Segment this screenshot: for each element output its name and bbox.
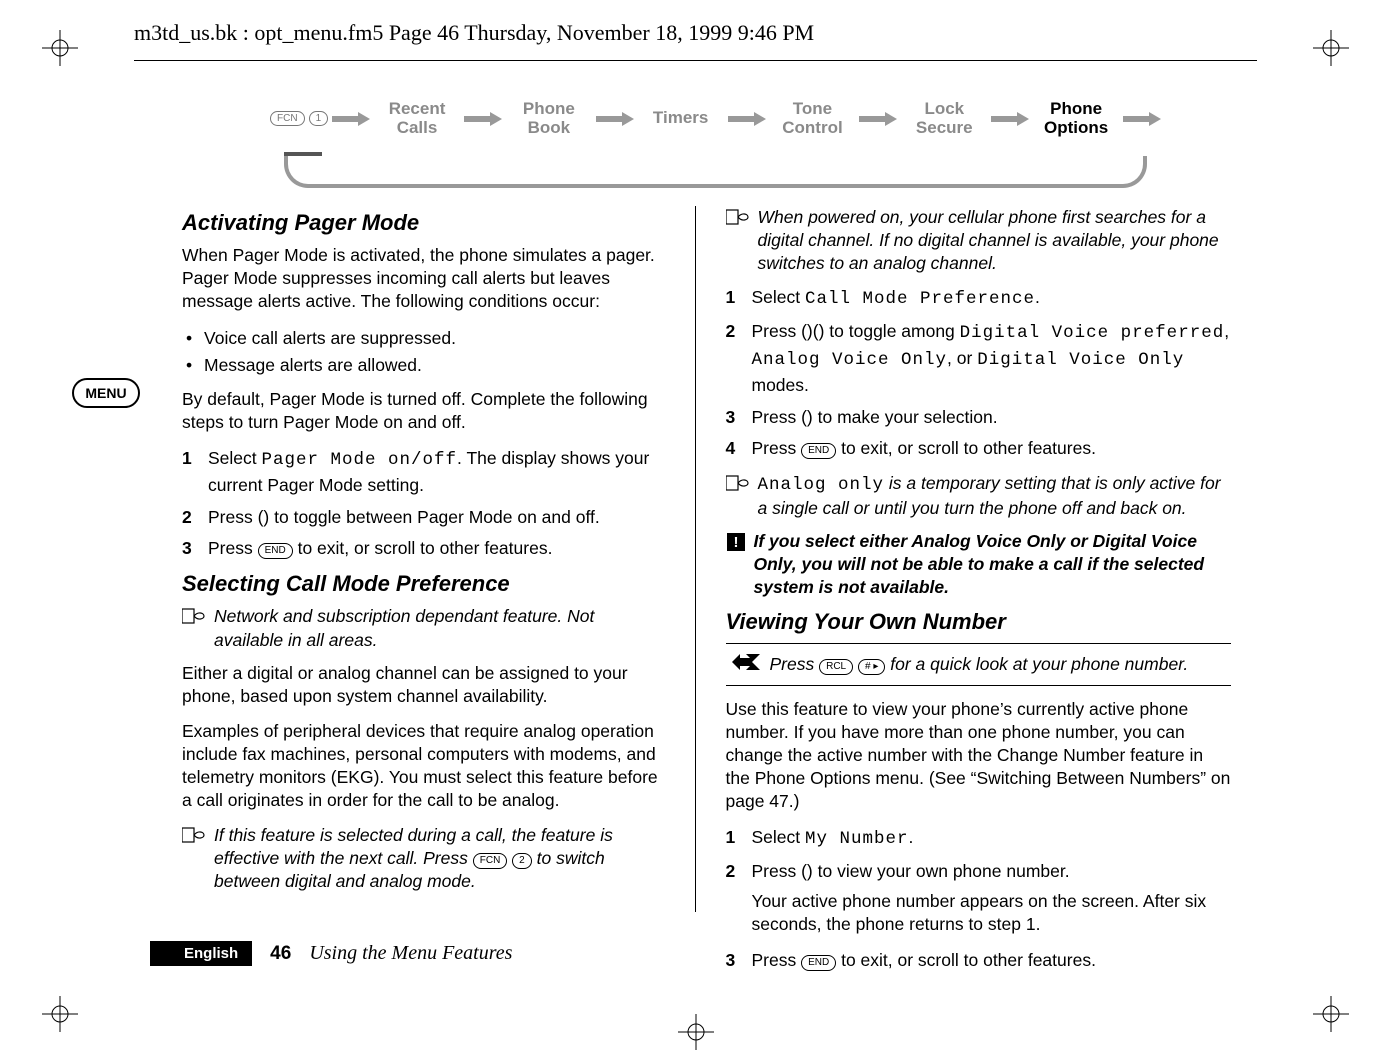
shortcut-box: Press RCL # ▸ for a quick look at your p…	[726, 643, 1232, 686]
side-key-icon: ()	[801, 859, 813, 884]
crumb-phone-options: PhoneOptions	[1029, 100, 1123, 137]
registration-mark-icon	[42, 996, 78, 1032]
step-item: 2 Press () to view your own phone number…	[726, 859, 1232, 937]
note-hand-icon	[726, 206, 750, 275]
note-text: When powered on, your cellular phone fir…	[758, 206, 1232, 275]
arrow-right-icon	[464, 112, 502, 126]
arrow-right-icon	[728, 112, 766, 126]
arrow-right-icon	[991, 112, 1029, 126]
rcl-key-icon: RCL	[819, 659, 853, 675]
right-column: When powered on, your cellular phone fir…	[696, 206, 1242, 912]
language-badge: English	[150, 941, 252, 966]
list-item: Voice call alerts are suppressed.	[182, 325, 665, 351]
step-item: 1 Select My Number.	[726, 825, 1232, 852]
arrow-right-icon	[859, 112, 897, 126]
pound-key-icon: # ▸	[858, 659, 885, 675]
step-item: 1 Select Pager Mode on/off. The display …	[182, 446, 665, 499]
crumb-recent-calls: RecentCalls	[370, 100, 464, 137]
registration-mark-icon	[42, 30, 78, 66]
registration-mark-icon	[678, 1014, 714, 1050]
step-item: 3 Press END to exit, or scroll to other …	[726, 948, 1232, 973]
lcd-text: Digital Voice preferred	[960, 323, 1225, 343]
page-number: 46	[270, 943, 291, 965]
crumb-timers: Timers	[634, 109, 728, 128]
paragraph: By default, Pager Mode is turned off. Co…	[182, 388, 665, 434]
header-rule	[134, 60, 1257, 61]
arrow-right-icon	[1123, 112, 1161, 126]
side-key-icon: ()	[258, 505, 270, 530]
shortcut-text: Press	[770, 654, 820, 674]
lcd-text: Pager Mode on/off	[262, 450, 458, 470]
breadcrumb-keys: FCN 1	[270, 111, 328, 126]
menu-tab: MENU	[72, 378, 140, 408]
heading-activating-pager-mode: Activating Pager Mode	[182, 210, 665, 236]
list-item: Message alerts are allowed.	[182, 352, 665, 378]
step-item: 3 Press END to exit, or scroll to other …	[182, 536, 665, 561]
end-key-icon: END	[801, 443, 836, 459]
left-column: Activating Pager Mode When Pager Mode is…	[150, 206, 696, 912]
arrow-right-icon	[332, 112, 370, 126]
lcd-text: Analog Voice Only	[752, 350, 948, 370]
heading-call-mode-preference: Selecting Call Mode Preference	[182, 571, 665, 597]
breadcrumb: FCN 1 RecentCalls PhoneBook Timers ToneC…	[270, 96, 1161, 192]
svg-text:!: !	[733, 534, 738, 551]
two-key-icon: 2	[512, 853, 532, 869]
end-key-icon: END	[258, 543, 293, 559]
step-subtext: Your active phone number appears on the …	[752, 890, 1232, 936]
shortcut-text: for a quick look at your phone number.	[890, 654, 1188, 674]
step-item: 3 Press () to make your selection.	[726, 405, 1232, 430]
fcn-key-icon: FCN	[473, 853, 508, 869]
note-hand-icon	[182, 605, 206, 651]
side-key-up-down-icon: ()()	[801, 319, 824, 344]
warning-text: If you select either Analog Voice Only o…	[754, 530, 1232, 599]
crumb-tone-control: ToneControl	[766, 100, 860, 137]
note-hand-icon	[182, 824, 206, 893]
step-item: 1 Select Call Mode Preference.	[726, 285, 1232, 312]
lcd-text: Digital Voice Only	[977, 350, 1184, 370]
one-key-icon: 1	[309, 111, 329, 126]
end-key-icon: END	[801, 955, 836, 971]
footer: English 46 Using the Menu Features	[150, 941, 512, 966]
crumb-phone-book: PhoneBook	[502, 100, 596, 137]
note-hand-icon	[726, 472, 750, 520]
paragraph: Examples of peripheral devices that requ…	[182, 720, 665, 812]
paragraph: When Pager Mode is activated, the phone …	[182, 244, 665, 313]
step-item: 2 Press () to toggle between Pager Mode …	[182, 505, 665, 530]
lcd-text: My Number	[805, 829, 909, 849]
note-text: Network and subscription dependant featu…	[214, 605, 665, 651]
registration-mark-icon	[1313, 996, 1349, 1032]
crumb-lock-secure: LockSecure	[897, 100, 991, 137]
step-item: 4 Press END to exit, or scroll to other …	[726, 436, 1232, 461]
fcn-key-icon: FCN	[270, 111, 305, 126]
paragraph: Use this feature to view your phone’s cu…	[726, 698, 1232, 813]
side-key-icon: ()	[801, 405, 813, 430]
registration-mark-icon	[1313, 30, 1349, 66]
lcd-text: Call Mode Preference	[805, 289, 1035, 309]
step-item: 2 Press ()() to toggle among Digital Voi…	[726, 319, 1232, 399]
arrow-right-icon	[596, 112, 634, 126]
framemaker-header: m3td_us.bk : opt_menu.fm5 Page 46 Thursd…	[134, 20, 1257, 46]
warning-icon: !	[726, 530, 746, 599]
note-text: Analog only is a temporary setting that …	[758, 472, 1232, 520]
note-text: If this feature is selected during a cal…	[214, 824, 665, 893]
page-title: Using the Menu Features	[309, 942, 512, 965]
heading-viewing-your-own-number: Viewing Your Own Number	[726, 609, 1232, 635]
lcd-text: Analog only	[758, 475, 885, 495]
paragraph: Either a digital or analog channel can b…	[182, 662, 665, 708]
shortcut-icon	[732, 652, 760, 677]
